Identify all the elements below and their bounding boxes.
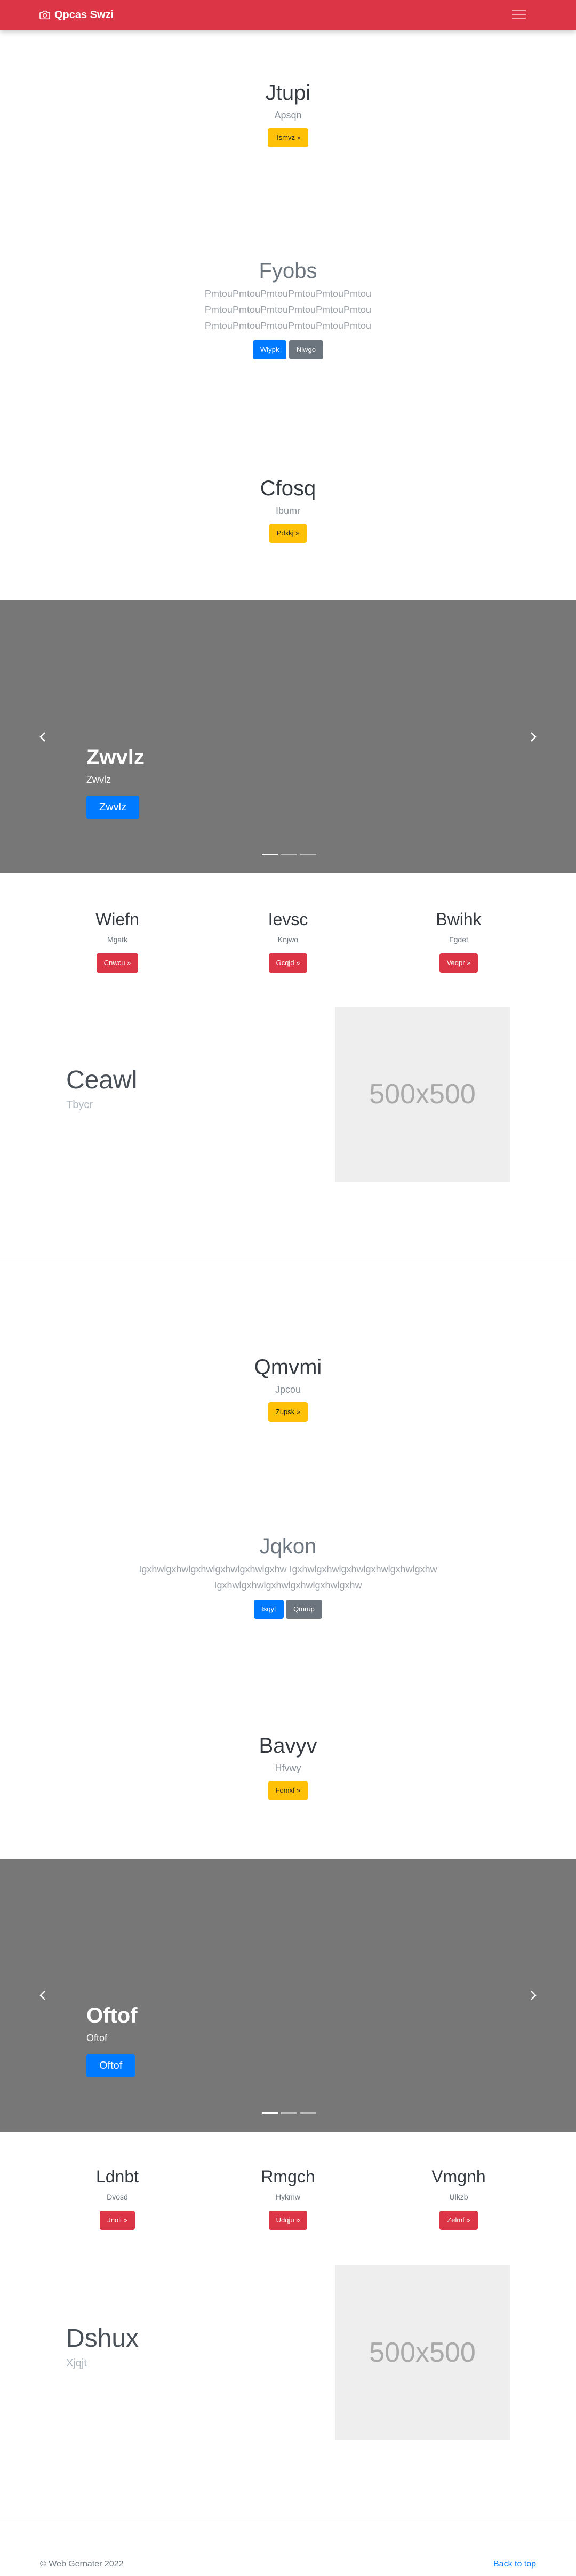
paragraph-line: Igxhwlgxhwlgxhwlgxhwlgxhwlgxhw Igxhwlgxh… — [139, 1564, 437, 1575]
section-title: Bavyv — [259, 1734, 317, 1758]
secondary-button[interactable]: Nlwgo — [289, 340, 323, 359]
carousel-next-button[interactable] — [523, 726, 544, 748]
column-title: Vmgnh — [431, 2167, 486, 2186]
carousel-1: Zwvlz Zwvlz Zwvlz — [0, 600, 576, 873]
feature-subtitle: Xjqjt — [66, 2357, 87, 2369]
section1-button[interactable]: Tsmvz » — [268, 128, 308, 147]
column-button[interactable]: Cnwcu » — [96, 953, 139, 973]
camera-icon — [39, 10, 50, 20]
paragraph-line: Igxhwlgxhwlgxhwlgxhwlgxhwlgxhw — [214, 1580, 362, 1591]
column-title: Rmgch — [261, 2167, 315, 2186]
placeholder-image: 500x500 — [335, 2265, 510, 2440]
section3-button[interactable]: Pdxkj » — [269, 524, 307, 543]
navbar: Qpcas Swzi — [0, 0, 576, 30]
column-card: Bwihk Fgdet Veqpr » — [363, 909, 555, 973]
carousel-indicator[interactable] — [281, 2112, 297, 2114]
feature-subtitle: Tbycr — [66, 1099, 93, 1111]
section-title: Qmvmi — [254, 1355, 322, 1379]
hero-section-3: Qmvmi Jpcou Zupsk » — [0, 1354, 576, 1422]
column-subtitle: Mgatk — [107, 935, 128, 944]
chevron-left-icon — [39, 732, 45, 742]
column-button[interactable]: Veqpr » — [439, 953, 478, 973]
carousel-indicators — [260, 2112, 318, 2114]
section4-button[interactable]: Zupsk » — [268, 1402, 308, 1422]
brand-label: Qpcas Swzi — [54, 9, 114, 21]
section-title: Fyobs — [259, 259, 317, 283]
feature-title: Dshux — [66, 2324, 139, 2353]
column-button[interactable]: Gcqjd » — [268, 953, 308, 973]
chevron-left-icon — [39, 1991, 45, 2000]
carousel-next-button[interactable] — [523, 1985, 544, 2006]
section6-button[interactable]: Fomxf » — [268, 1781, 308, 1800]
section-subtitle: Hfvwy — [275, 1763, 301, 1773]
column-subtitle: Dvosd — [107, 2193, 128, 2201]
column-subtitle: Hykmw — [276, 2193, 300, 2201]
column-title: Bwihk — [436, 910, 482, 929]
hamburger-menu-icon[interactable] — [511, 7, 527, 21]
column-subtitle: Knjwo — [277, 935, 299, 944]
column-title: Ldnbt — [95, 2167, 139, 2186]
chevron-right-icon — [531, 1991, 537, 2000]
carousel-title: Zwvlz — [86, 745, 145, 769]
placeholder-image: 500x500 — [335, 1007, 510, 1182]
paragraph-line: PmtouPmtouPmtouPmtouPmtouPmtou — [204, 304, 372, 315]
column-button[interactable]: Jnoli » — [100, 2211, 135, 2230]
carousel-indicator[interactable] — [300, 2112, 316, 2114]
column-button[interactable]: Zelmf » — [439, 2211, 478, 2230]
carousel-caption: Oftof Oftof Oftof — [86, 2003, 138, 2077]
feature-section-2: Dshux Xjqjt 500x500 — [0, 2265, 576, 2441]
carousel-indicator[interactable] — [262, 854, 278, 855]
carousel-2: Oftof Oftof Oftof — [0, 1859, 576, 2132]
carousel-indicator[interactable] — [262, 2112, 278, 2114]
navbar-brand[interactable]: Qpcas Swzi — [39, 9, 114, 21]
column-title: Ievsc — [268, 910, 308, 929]
hero-section-1: Jtupi Apsqn Tsmvz » — [0, 80, 576, 147]
carousel-indicator[interactable] — [281, 854, 297, 855]
hero-section-2: Cfosq Ibumr Pdxkj » — [0, 476, 576, 543]
carousel-indicators — [260, 854, 318, 855]
chevron-right-icon — [531, 732, 537, 742]
carousel-indicator[interactable] — [300, 854, 316, 855]
jumbotron-section-1: Fyobs PmtouPmtouPmtouPmtouPmtouPmtou Pmt… — [0, 258, 576, 359]
section-title: Cfosq — [260, 477, 316, 500]
feature-title: Ceawl — [66, 1066, 138, 1094]
feature-section-1: Ceawl Tbycr 500x500 — [0, 1007, 576, 1183]
carousel-caption: Zwvlz Zwvlz Zwvlz — [86, 744, 145, 819]
section-title: Jqkon — [259, 1535, 317, 1558]
column-subtitle: Ulkzb — [449, 2193, 468, 2201]
column-button[interactable]: Udqju » — [268, 2211, 308, 2230]
carousel-title: Oftof — [86, 2004, 138, 2027]
paragraph-line: PmtouPmtouPmtouPmtouPmtouPmtou — [204, 288, 372, 299]
footer-copyright: © Web Gernater 2022 — [40, 2559, 124, 2569]
carousel-subtitle: Oftof — [86, 2033, 108, 2043]
primary-button[interactable]: Wlypk — [253, 340, 287, 359]
primary-button[interactable]: Isqyt — [254, 1600, 284, 1619]
carousel-subtitle: Zwvlz — [86, 774, 111, 785]
jumbotron-section-2: Jqkon Igxhwlgxhwlgxhwlgxhwlgxhwlgxhw Igx… — [0, 1534, 576, 1619]
section-subtitle: Ibumr — [275, 505, 300, 516]
hero-section-4: Bavyv Hfvwy Fomxf » — [0, 1733, 576, 1800]
carousel-button[interactable]: Oftof — [86, 2054, 135, 2077]
section-subtitle: Jpcou — [275, 1384, 301, 1395]
column-card: Ievsc Knjwo Gcqjd » — [192, 909, 384, 973]
section-title: Jtupi — [265, 81, 311, 105]
carousel-prev-button[interactable] — [32, 726, 53, 748]
column-subtitle: Fgdet — [449, 935, 468, 944]
paragraph-line: PmtouPmtouPmtouPmtouPmtouPmtou — [204, 320, 372, 331]
column-card: Wiefn Mgatk Cnwcu » — [21, 909, 213, 973]
back-to-top-link[interactable]: Back to top — [493, 2559, 536, 2569]
secondary-button[interactable]: Qmrup — [286, 1600, 322, 1619]
column-card: Vmgnh Ulkzb Zelmf » — [363, 2166, 555, 2230]
carousel-button[interactable]: Zwvlz — [86, 796, 140, 819]
carousel-prev-button[interactable] — [32, 1985, 53, 2006]
column-title: Wiefn — [95, 910, 139, 929]
section-subtitle: Apsqn — [274, 110, 302, 121]
column-card: Rmgch Hykmw Udqju » — [192, 2166, 384, 2230]
column-card: Ldnbt Dvosd Jnoli » — [21, 2166, 213, 2230]
